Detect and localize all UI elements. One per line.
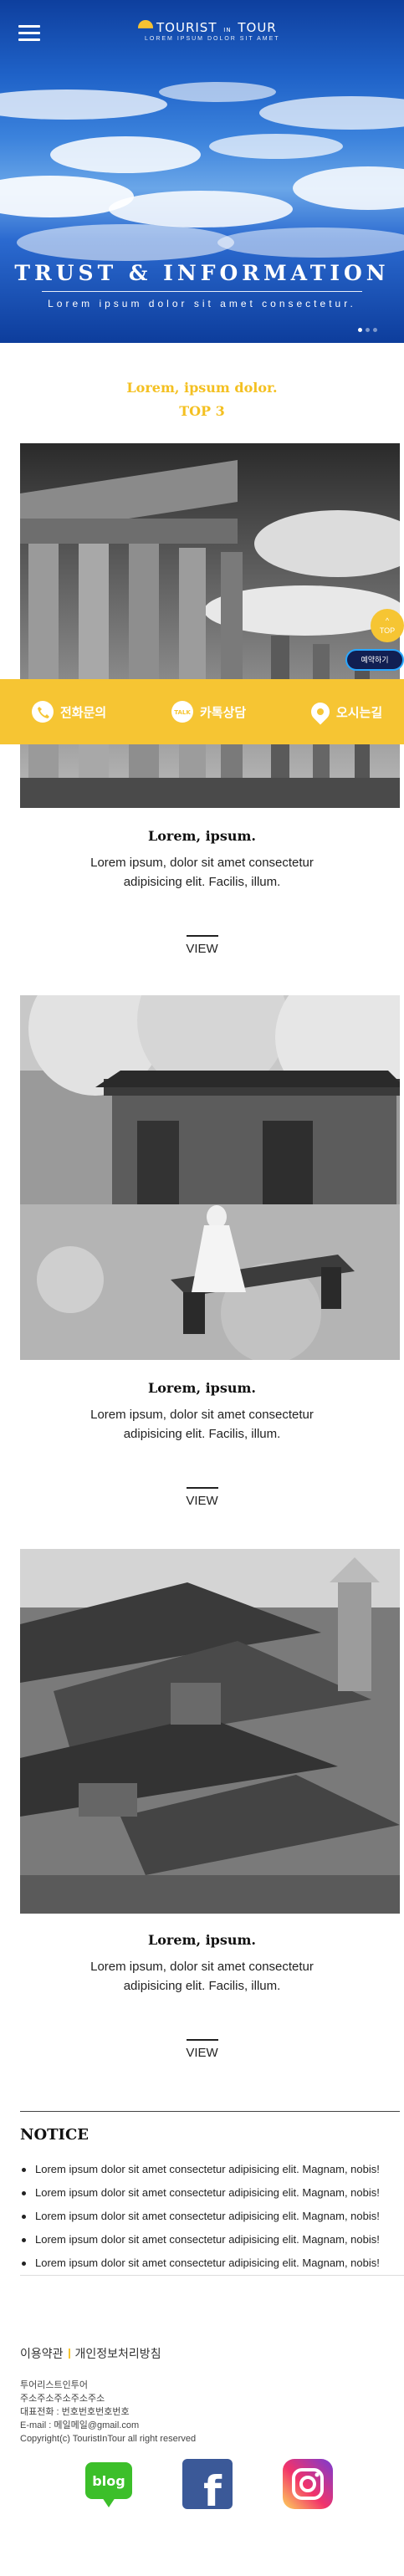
view-button[interactable]: VIEW [0,935,404,956]
phone-icon [32,701,54,723]
chat-bubble-icon: TALK [171,701,193,723]
view-button[interactable]: VIEW [0,1487,404,1508]
map-pin-icon [307,698,334,725]
card-title: Lorem, ipsum. [147,1932,256,1948]
site-logo[interactable]: TOURIST IN TOUR LOREM IPSUM DOLOR SIT AM… [138,18,297,49]
view-button[interactable]: VIEW [0,2039,404,2060]
hero-title: TRUST & INFORMATION [14,261,390,285]
company-address: 주소주소주소주소주소 [20,2394,105,2404]
menu-icon[interactable] [18,25,40,42]
facebook-label: f [203,2467,222,2509]
footer-links: 이용약관 개인정보처리방침 [20,2345,161,2362]
scroll-top-button[interactable]: ^ TOP [371,609,404,642]
hero-banner: TOURIST IN TOUR LOREM IPSUM DOLOR SIT AM… [0,0,404,343]
privacy-link[interactable]: 개인정보처리방침 [75,2347,161,2360]
svg-text:TALK: TALK [174,709,191,716]
notice-divider [20,2111,400,2112]
card-title: Lorem, ipsum. [147,828,256,844]
notice-item[interactable]: Lorem ipsum dolor sit amet consectetur a… [20,2251,404,2275]
section-heading: Lorem, ipsum dolor. TOP 3 [126,380,278,419]
temple-roofs-photo[interactable] [20,1549,400,1914]
card-description: Lorem ipsum, dolor sit amet consectetur … [90,856,314,889]
notice-title: NOTICE [20,2126,89,2144]
contact-bar: 전화문의 TALK 카톡상담 오시는길 [0,679,404,744]
company-info: 투어리스트인투어 주소주소주소주소주소 대표전화 : 번호번호번호번호 E-ma… [20,2379,196,2446]
link-separator [68,2349,70,2359]
copyright: Copyright(c) TouristInTour all right res… [20,2434,197,2444]
blog-label: blog [92,2473,125,2489]
notice-item[interactable]: Lorem ipsum dolor sit amet consectetur a… [20,2158,404,2181]
slider-dot[interactable] [366,328,370,332]
reserve-button[interactable]: 예약하기 [345,649,404,671]
hero-divider [42,291,362,292]
palace-bench-photo[interactable] [20,995,400,1360]
instagram-icon[interactable] [283,2459,333,2509]
blog-icon[interactable]: blog [84,2459,134,2509]
company-phone: 대표전화 : 번호번호번호번호 [20,2407,130,2417]
facebook-icon[interactable]: f [182,2459,233,2516]
slider-dots[interactable] [358,321,381,336]
notice-item[interactable]: Lorem ipsum dolor sit amet consectetur a… [20,2181,404,2205]
terms-link[interactable]: 이용약관 [20,2347,64,2360]
notice-item[interactable]: Lorem ipsum dolor sit amet consectetur a… [20,2228,404,2251]
parthenon-photo[interactable] [20,443,400,808]
directions-button[interactable]: 오시는길 [307,698,382,725]
notice-bottom-divider [20,2275,404,2276]
company-name: 투어리스트인투어 [20,2380,88,2390]
kakao-chat-button[interactable]: TALK 카톡상담 [171,701,246,723]
notice-list: Lorem ipsum dolor sit amet consectetur a… [20,2158,404,2275]
phone-inquiry-button[interactable]: 전화문의 [32,701,106,723]
notice-item[interactable]: Lorem ipsum dolor sit amet consectetur a… [20,2205,404,2228]
card-title: Lorem, ipsum. [147,1380,256,1396]
slider-dot[interactable] [373,328,377,332]
slider-dot[interactable] [358,328,362,332]
card-description: Lorem ipsum, dolor sit amet consectetur … [90,1960,314,1993]
card-description: Lorem ipsum, dolor sit amet consectetur … [90,1408,314,1441]
sun-logo-icon [138,20,153,28]
hero-subtitle: Lorem ipsum dolor sit amet consectetur. [48,298,356,309]
company-email: E-mail : 메일메일@gmail.com [20,2420,140,2430]
